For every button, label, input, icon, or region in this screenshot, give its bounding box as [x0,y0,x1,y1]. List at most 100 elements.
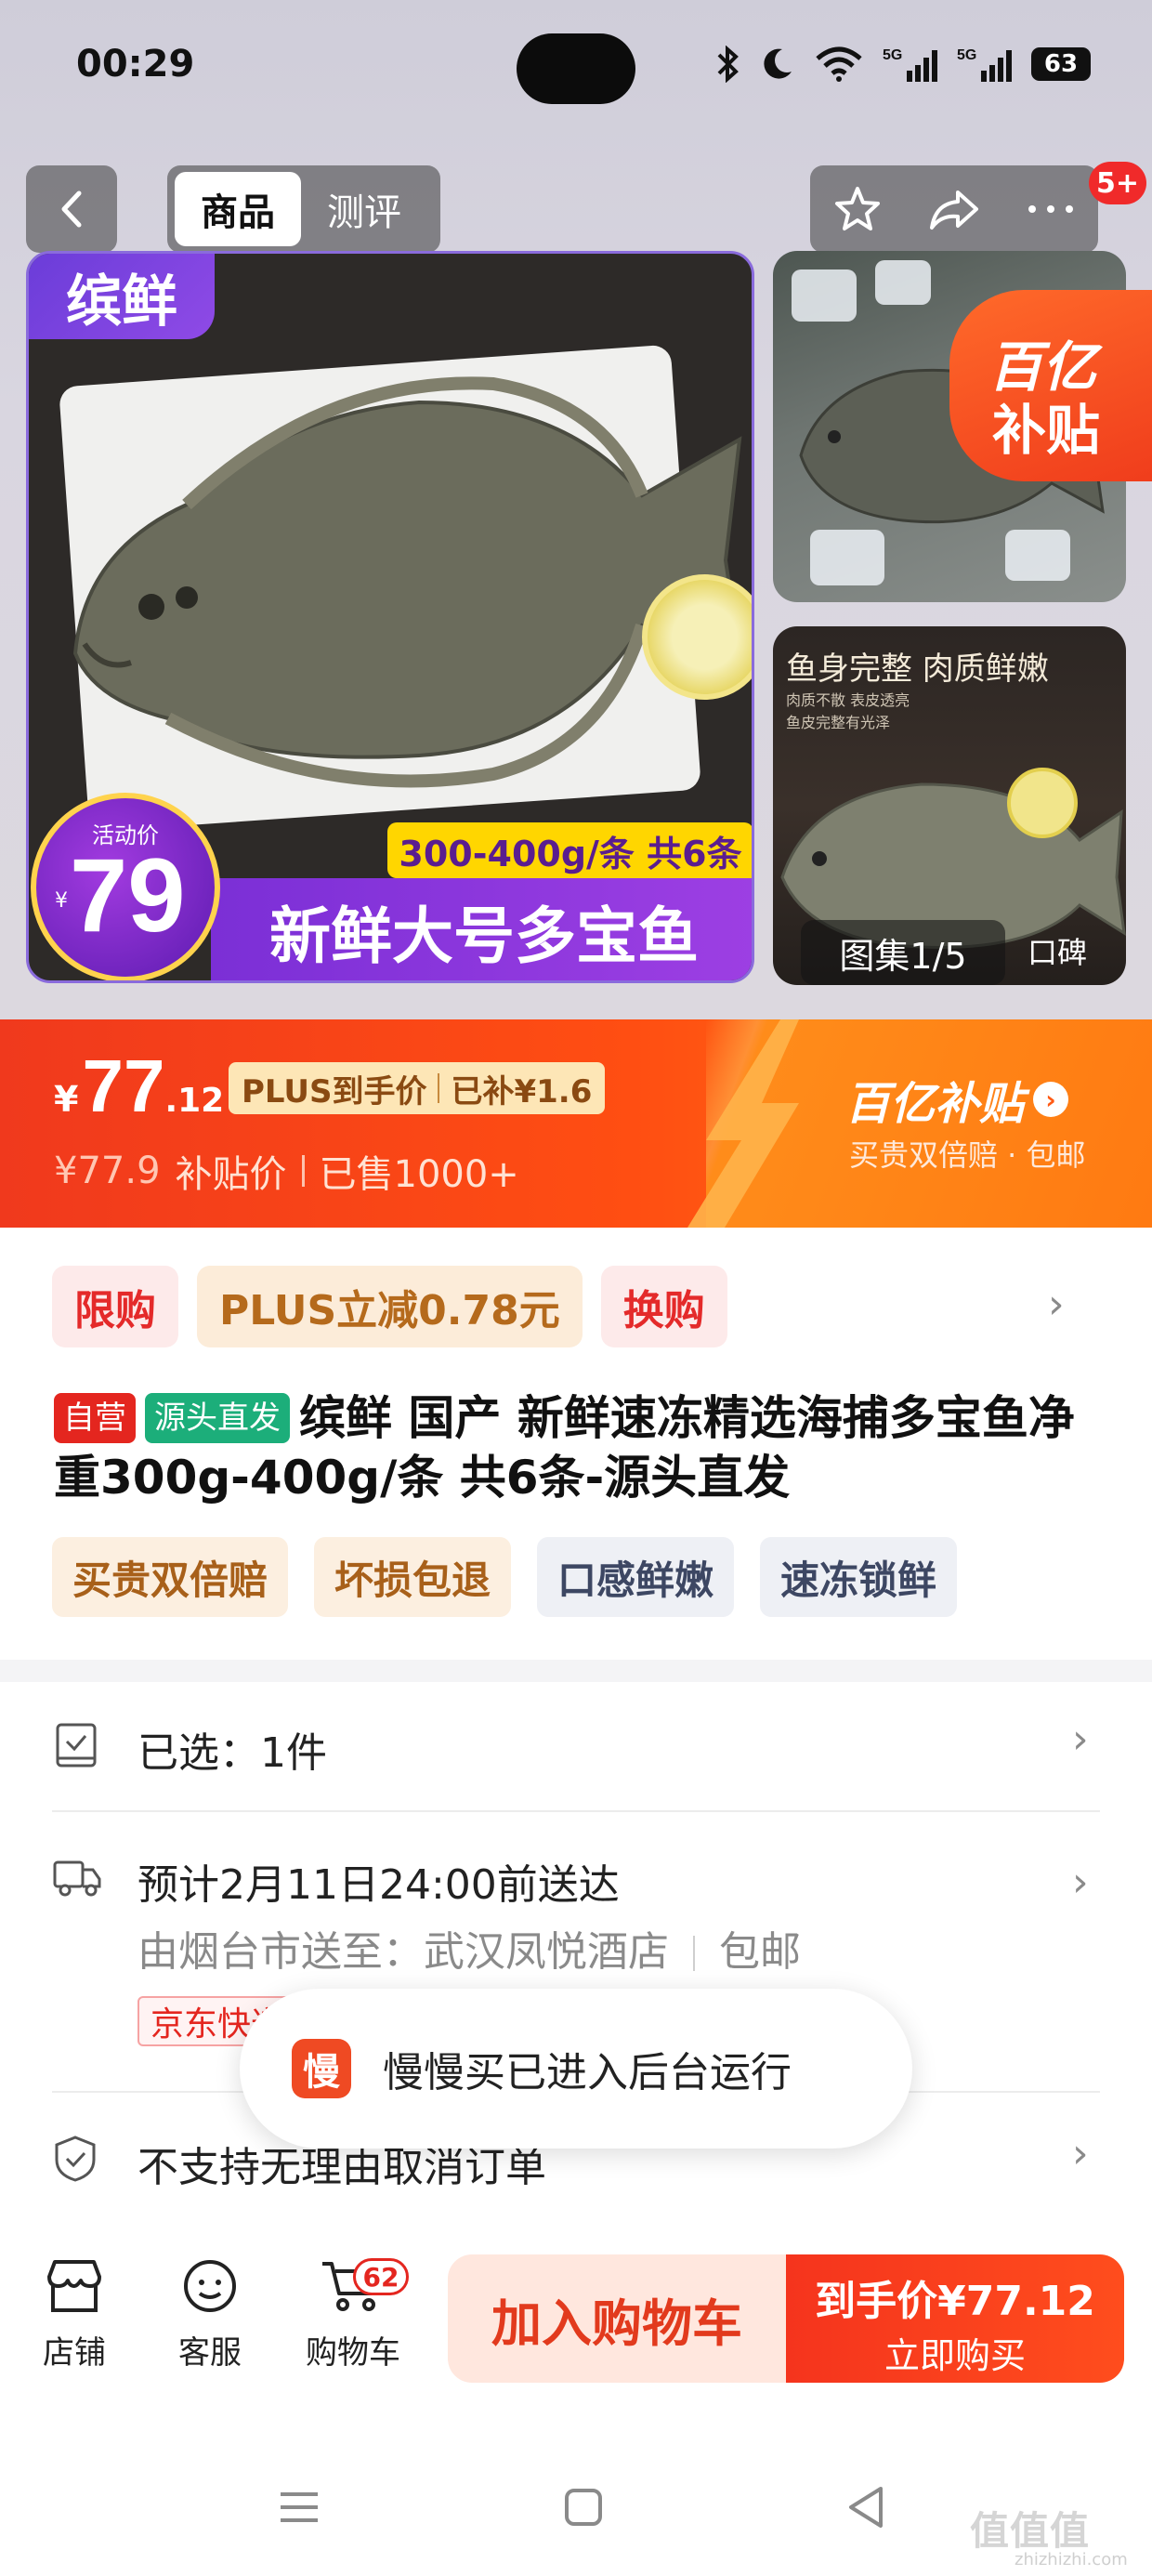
subsidy-price-label: 补贴价 [175,1153,287,1196]
main-product-image[interactable]: 缤鲜 300-400g/条 共6条 新鲜大号多宝鱼 活动价 ¥ 79 [26,251,754,983]
self-operated-tag: 自营 [54,1393,136,1443]
buy-now-button[interactable]: 到手价¥77.12 立即购买 [786,2254,1124,2383]
fish-illustration [72,376,745,788]
selection-label: 已选：1件 [137,1729,327,1777]
subsidy-brand-label: 百亿补贴 [845,1078,1025,1130]
selection-row[interactable]: 已选：1件 › [52,1706,1100,1788]
thumbnail-subcaption-line1: 肉质不散 表皮透亮 [786,691,910,709]
subsidy-badge-line2: 补贴 [992,399,1101,462]
action-bar [810,165,1098,253]
home-nav-icon[interactable] [563,2487,604,2528]
more-icon[interactable] [1025,200,1077,218]
feature-double-refund: 买贵双倍赔 [52,1537,289,1617]
ice-cube [875,260,931,305]
price-currency: ¥ [54,1079,79,1120]
watermark: 值值值 [970,2508,1091,2554]
lightning-decoration [687,1019,799,1228]
price-decimal: .12 [164,1082,225,1120]
status-time: 00:29 [76,43,195,85]
chevron-right-icon: › [1072,2130,1089,2177]
cart-label: 购物车 [306,2334,400,2372]
original-price: ¥77.9 [54,1150,161,1192]
back-button[interactable] [26,165,117,253]
buy-now-label: 立即购买 [884,2335,1026,2376]
subsidy-brand-link[interactable]: 百亿补贴 › [845,1067,1069,1132]
promo-tag-limit[interactable]: 限购 [52,1266,178,1347]
tab-product[interactable]: 商品 [175,172,301,246]
delivery-route-line: 由烟台市送至：武汉凤悦酒店 包邮 [137,1918,801,1978]
gallery-counter-button[interactable]: 图集1/5 [801,920,1005,985]
activity-price-badge: 活动价 ¥ 79 [31,793,220,980]
star-icon[interactable] [831,183,884,235]
svg-text:5G: 5G [957,47,976,63]
customer-service-label: 客服 [178,2334,242,2372]
tab-bar: 商品 测评 [167,165,440,253]
bluetooth-icon [717,46,739,83]
thumbnail-subcaption-line2: 鱼皮完整有光泽 [786,714,891,731]
thumbnail-caption: 鱼身完整 肉质鲜嫩 [786,651,1049,688]
battery-icon: 63 [1031,47,1091,81]
delivery-route: 由烟台市送至：武汉凤悦酒店 [137,1928,669,1976]
plus-saving: 已补¥1.6 [451,1072,593,1111]
reviews-label[interactable]: 口碑 [1028,929,1087,972]
price-divider [301,1155,305,1187]
app-icon: 慢 [292,2039,351,2098]
signal-5g-icon-2: 5G [957,47,1012,82]
watermark-url: zhizhizhi.com [1015,2550,1128,2569]
moon-icon [764,48,792,79]
shield-icon [55,2136,96,2182]
background-toast: 慢 慢慢买已进入后台运行 [240,1989,912,2149]
plus-tag-divider [438,1073,440,1103]
tab-review[interactable]: 测评 [301,172,427,246]
promo-tag-row[interactable]: 限购 PLUS立减0.78元 换购 [52,1266,727,1347]
brand-tag: 缤鲜 [29,254,215,339]
menu-nav-icon[interactable] [277,2489,321,2526]
message-badge: 5+ [1089,162,1147,204]
feature-taste: 口感鲜嫩 [537,1537,735,1617]
selection-icon [56,1723,97,1768]
price-integer: 77 [82,1045,165,1127]
name-banner: 新鲜大号多宝鱼 [211,878,752,980]
ice-cube [792,269,857,322]
add-to-cart-button[interactable]: 加入购物车 [448,2254,786,2383]
buy-price-label: 到手价¥77.12 [815,2278,1095,2325]
activity-price-currency: ¥ [55,889,68,913]
cart-count-badge: 62 [353,2258,409,2295]
feature-frozen: 速冻锁鲜 [760,1537,958,1617]
chevron-right-icon: › [1072,1715,1089,1763]
chevron-right-icon: › [1033,1082,1069,1117]
camera-cutout [517,33,635,104]
sold-count: 已售1000+ [319,1153,519,1196]
feature-tag-row: 买贵双倍赔 坏损包退 口感鲜嫩 速冻锁鲜 [52,1537,958,1617]
delivery-shipping: 包邮 [719,1928,801,1976]
product-title: 自营 源头直发 缤鲜 国产 新鲜速冻精选海捕多宝鱼净重300g-400g/条 共6条… [54,1388,1104,1507]
promo-tag-plus[interactable]: PLUS立减0.78元 [197,1266,583,1347]
row-divider [52,1810,1100,1812]
toast-message: 慢慢买已进入后台运行 [383,2049,792,2096]
promo-chevron-icon[interactable]: › [1048,1281,1065,1328]
store-icon [47,2260,101,2312]
wifi-icon [816,46,862,82]
store-button[interactable]: 店铺 [19,2256,130,2372]
chevron-right-icon: › [1072,1859,1089,1906]
thumbnail-subcaption: 肉质不散 表皮透亮 鱼皮完整有光泽 [786,690,910,734]
route-divider [693,1936,695,1971]
feature-damage-return: 坏损包退 [314,1537,512,1617]
signal-5g-icon-1: 5G [883,47,937,82]
source-direct-tag: 源头直发 [145,1393,290,1443]
price-subline: ¥77.9 补贴价 已售1000+ [54,1144,519,1198]
activity-price-value: 79 [70,837,186,953]
store-label: 店铺 [43,2334,106,2372]
truck-icon [53,1860,101,1897]
share-icon[interactable] [926,183,982,235]
delivery-eta: 预计2月11日24:00前送达 [137,1861,620,1909]
promo-tag-exchange[interactable]: 换购 [600,1266,727,1347]
section-divider [0,1660,1152,1682]
back-icon [61,191,82,228]
back-nav-icon[interactable] [845,2485,886,2530]
spec-banner: 300-400g/条 共6条 [387,822,752,878]
subsidy-brand-desc: 买贵双倍赔 · 包邮 [849,1137,1086,1173]
customer-service-button[interactable]: 客服 [154,2256,266,2372]
customer-service-icon [184,2260,236,2312]
svg-text:5G: 5G [883,47,902,63]
